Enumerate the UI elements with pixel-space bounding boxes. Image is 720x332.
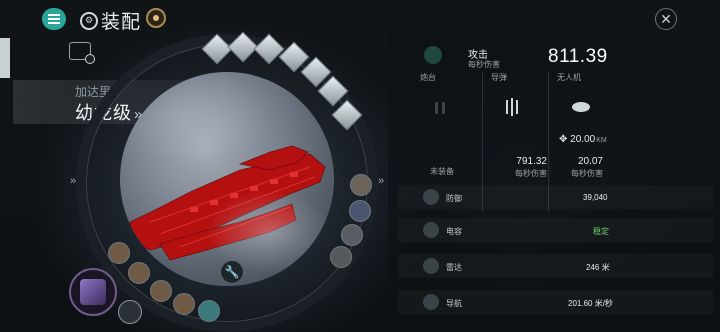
stat-label: 防御	[446, 194, 462, 203]
mid-slot-3[interactable]	[341, 224, 363, 246]
stat-value: 稳定	[593, 227, 609, 236]
next-chevron[interactable]: »	[378, 175, 384, 187]
radar-icon	[423, 258, 439, 274]
stat-row-capacitor[interactable]: 电容 稳定	[398, 218, 713, 242]
missile-dps-value: 791.32	[516, 156, 547, 167]
drone-range: ✥ 20.00KM	[559, 134, 607, 145]
stat-value: 39,040	[583, 193, 608, 202]
swap-button[interactable]	[118, 300, 142, 324]
menu-button[interactable]	[42, 8, 66, 30]
mid-slot-2[interactable]	[349, 200, 371, 222]
wrench-button[interactable]: 🔧	[220, 260, 244, 284]
stat-label: 导航	[446, 299, 462, 308]
menu-icon	[48, 14, 60, 24]
capacitor-icon	[423, 222, 439, 238]
mid-slot-4[interactable]	[330, 246, 352, 268]
attack-sublabel: 每秒伤害	[468, 60, 500, 69]
stat-label: 电容	[446, 227, 462, 236]
stat-row-defense[interactable]: 防御 39,040	[398, 185, 713, 209]
missile-dps-label: 每秒伤害	[515, 169, 547, 178]
page-title: 装配	[101, 12, 142, 33]
stat-label: 雷达	[446, 263, 462, 272]
missile-title: 导弹	[491, 73, 507, 82]
turret-title: 炮台	[420, 73, 436, 82]
mid-slot-1[interactable]	[350, 174, 372, 196]
module-select-button[interactable]	[69, 268, 117, 316]
stat-row-navigation[interactable]: 导航 201.60 米/秒	[398, 290, 713, 314]
page-title-wrap: ⚙ 装配	[80, 7, 141, 34]
drone-dps-label: 每秒伤害	[571, 169, 603, 178]
low-slot-1[interactable]	[108, 242, 130, 264]
missile-icon	[506, 98, 518, 116]
low-slot-4[interactable]	[173, 293, 195, 315]
side-tab[interactable]	[0, 38, 10, 78]
low-slot-2[interactable]	[128, 262, 150, 284]
wrench-icon: 🔧	[224, 265, 240, 279]
ship-viewport	[120, 72, 334, 286]
drone-range-value: 20.00	[570, 134, 596, 145]
stat-value: 246 米	[586, 263, 610, 272]
stat-row-radar[interactable]: 雷达 246 米	[398, 254, 713, 278]
fitting-icon: ⚙	[80, 11, 98, 30]
attack-row: 攻击 每秒伤害 811.39	[408, 40, 708, 70]
attack-icon	[424, 46, 442, 64]
stats-panel: 攻击 每秒伤害 811.39 炮台 未装备 导弹 791.32 每秒伤害 无人机…	[388, 32, 720, 332]
shield-icon	[423, 189, 439, 205]
drone-range-icon: ✥	[559, 134, 571, 145]
attack-value: 811.39	[548, 46, 608, 67]
drone-icon	[572, 102, 590, 112]
drone-range-unit: KM	[596, 137, 607, 144]
turret-icon	[435, 102, 445, 114]
navigation-icon	[423, 294, 439, 310]
low-slot-3[interactable]	[150, 280, 172, 302]
turret-status: 未装备	[430, 167, 454, 176]
currency-icon[interactable]	[146, 8, 166, 28]
drone-title: 无人机	[557, 73, 581, 82]
nebula	[120, 72, 334, 286]
rig-slot-1[interactable]	[198, 300, 220, 322]
close-icon: ✕	[660, 10, 672, 27]
drone-dps-value: 20.07	[577, 156, 603, 167]
close-button[interactable]: ✕	[655, 8, 677, 30]
stat-value: 201.60 米/秒	[568, 299, 613, 308]
